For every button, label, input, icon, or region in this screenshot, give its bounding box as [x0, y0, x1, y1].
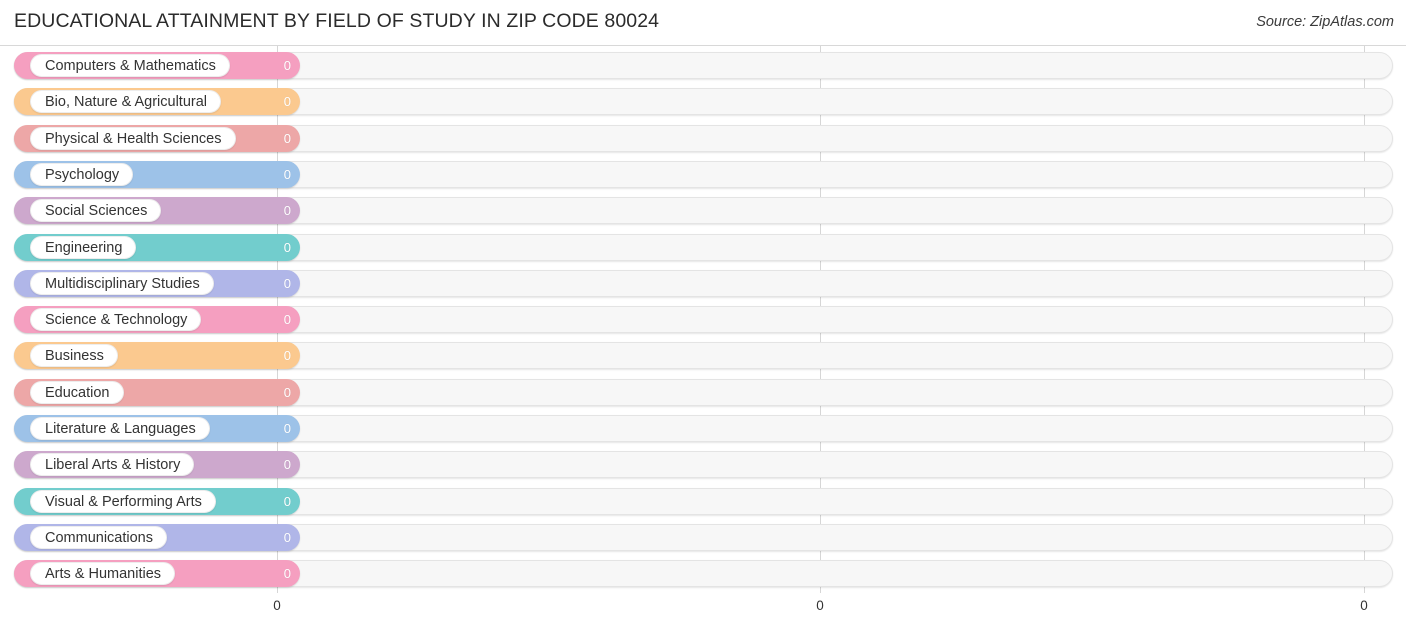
x-axis-tick-label: 0	[273, 598, 281, 613]
category-label[interactable]: Science & Technology	[30, 308, 202, 332]
plot-top-divider	[0, 45, 1406, 46]
bar-value-label: 0	[283, 566, 291, 582]
source-attribution: Source: ZipAtlas.com	[1256, 14, 1394, 30]
bar-value-label: 0	[283, 348, 291, 364]
bar-row: 0 Literature & Languages	[0, 411, 1406, 447]
category-label[interactable]: Bio, Nature & Agricultural	[30, 90, 221, 114]
bar-row: 0 Business	[0, 338, 1406, 374]
category-label[interactable]: Multidisciplinary Studies	[30, 271, 214, 295]
category-label[interactable]: Literature & Languages	[30, 417, 210, 440]
x-axis: 0 0 0	[0, 593, 1406, 631]
bar-value-label: 0	[283, 457, 291, 473]
bar-row: 0 Science & Technology	[0, 302, 1406, 338]
bar-row: 0 Engineering	[0, 230, 1406, 266]
category-label[interactable]: Physical & Health Sciences	[30, 126, 236, 150]
bar-value-label: 0	[283, 529, 291, 545]
bar-value-label: 0	[283, 203, 291, 219]
bar-value-label: 0	[283, 130, 291, 146]
bar-row: 0 Bio, Nature & Agricultural	[0, 84, 1406, 120]
category-label[interactable]: Communications	[30, 525, 167, 549]
category-label[interactable]: Liberal Arts & History	[30, 453, 195, 477]
bar-value-label: 0	[283, 58, 291, 73]
bar-value-label: 0	[283, 312, 291, 328]
page-title: EDUCATIONAL ATTAINMENT BY FIELD OF STUDY…	[14, 10, 660, 32]
category-label[interactable]: Computers & Mathematics	[30, 54, 230, 77]
bar-row: 0 Social Sciences	[0, 193, 1406, 229]
bar-row: 0 Arts & Humanities	[0, 556, 1406, 592]
x-axis-tick-label: 0	[816, 598, 824, 613]
bar-value-label: 0	[283, 239, 291, 255]
category-label[interactable]: Business	[30, 344, 118, 368]
category-label[interactable]: Visual & Performing Arts	[30, 489, 216, 513]
bar-row: 0 Multidisciplinary Studies	[0, 266, 1406, 302]
bar-row: 0 Physical & Health Sciences	[0, 121, 1406, 157]
bar-row: 0 Psychology	[0, 157, 1406, 193]
chart-header: EDUCATIONAL ATTAINMENT BY FIELD OF STUDY…	[0, 0, 1406, 44]
category-label[interactable]: Arts & Humanities	[30, 562, 176, 586]
bar-row: 0 Computers & Mathematics	[0, 48, 1406, 84]
bar-row: 0 Liberal Arts & History	[0, 447, 1406, 483]
bar-value-label: 0	[283, 421, 291, 436]
bar-row: 0 Visual & Performing Arts	[0, 484, 1406, 520]
bar-value-label: 0	[283, 166, 291, 182]
bar-row: 0 Communications	[0, 520, 1406, 556]
x-axis-tick-label: 0	[1360, 598, 1368, 613]
chart-plot-area: 0 Computers & Mathematics 0 Bio, Nature & A…	[0, 45, 1406, 593]
bar-value-label: 0	[283, 384, 291, 400]
bar-row: 0 Education	[0, 375, 1406, 411]
category-label[interactable]: Education	[30, 380, 124, 404]
category-label[interactable]: Psychology	[30, 162, 134, 186]
category-label[interactable]: Engineering	[30, 235, 137, 259]
bar-value-label: 0	[283, 493, 291, 509]
bar-value-label: 0	[283, 275, 291, 291]
category-label[interactable]: Social Sciences	[30, 199, 162, 223]
bar-value-label: 0	[283, 94, 291, 110]
